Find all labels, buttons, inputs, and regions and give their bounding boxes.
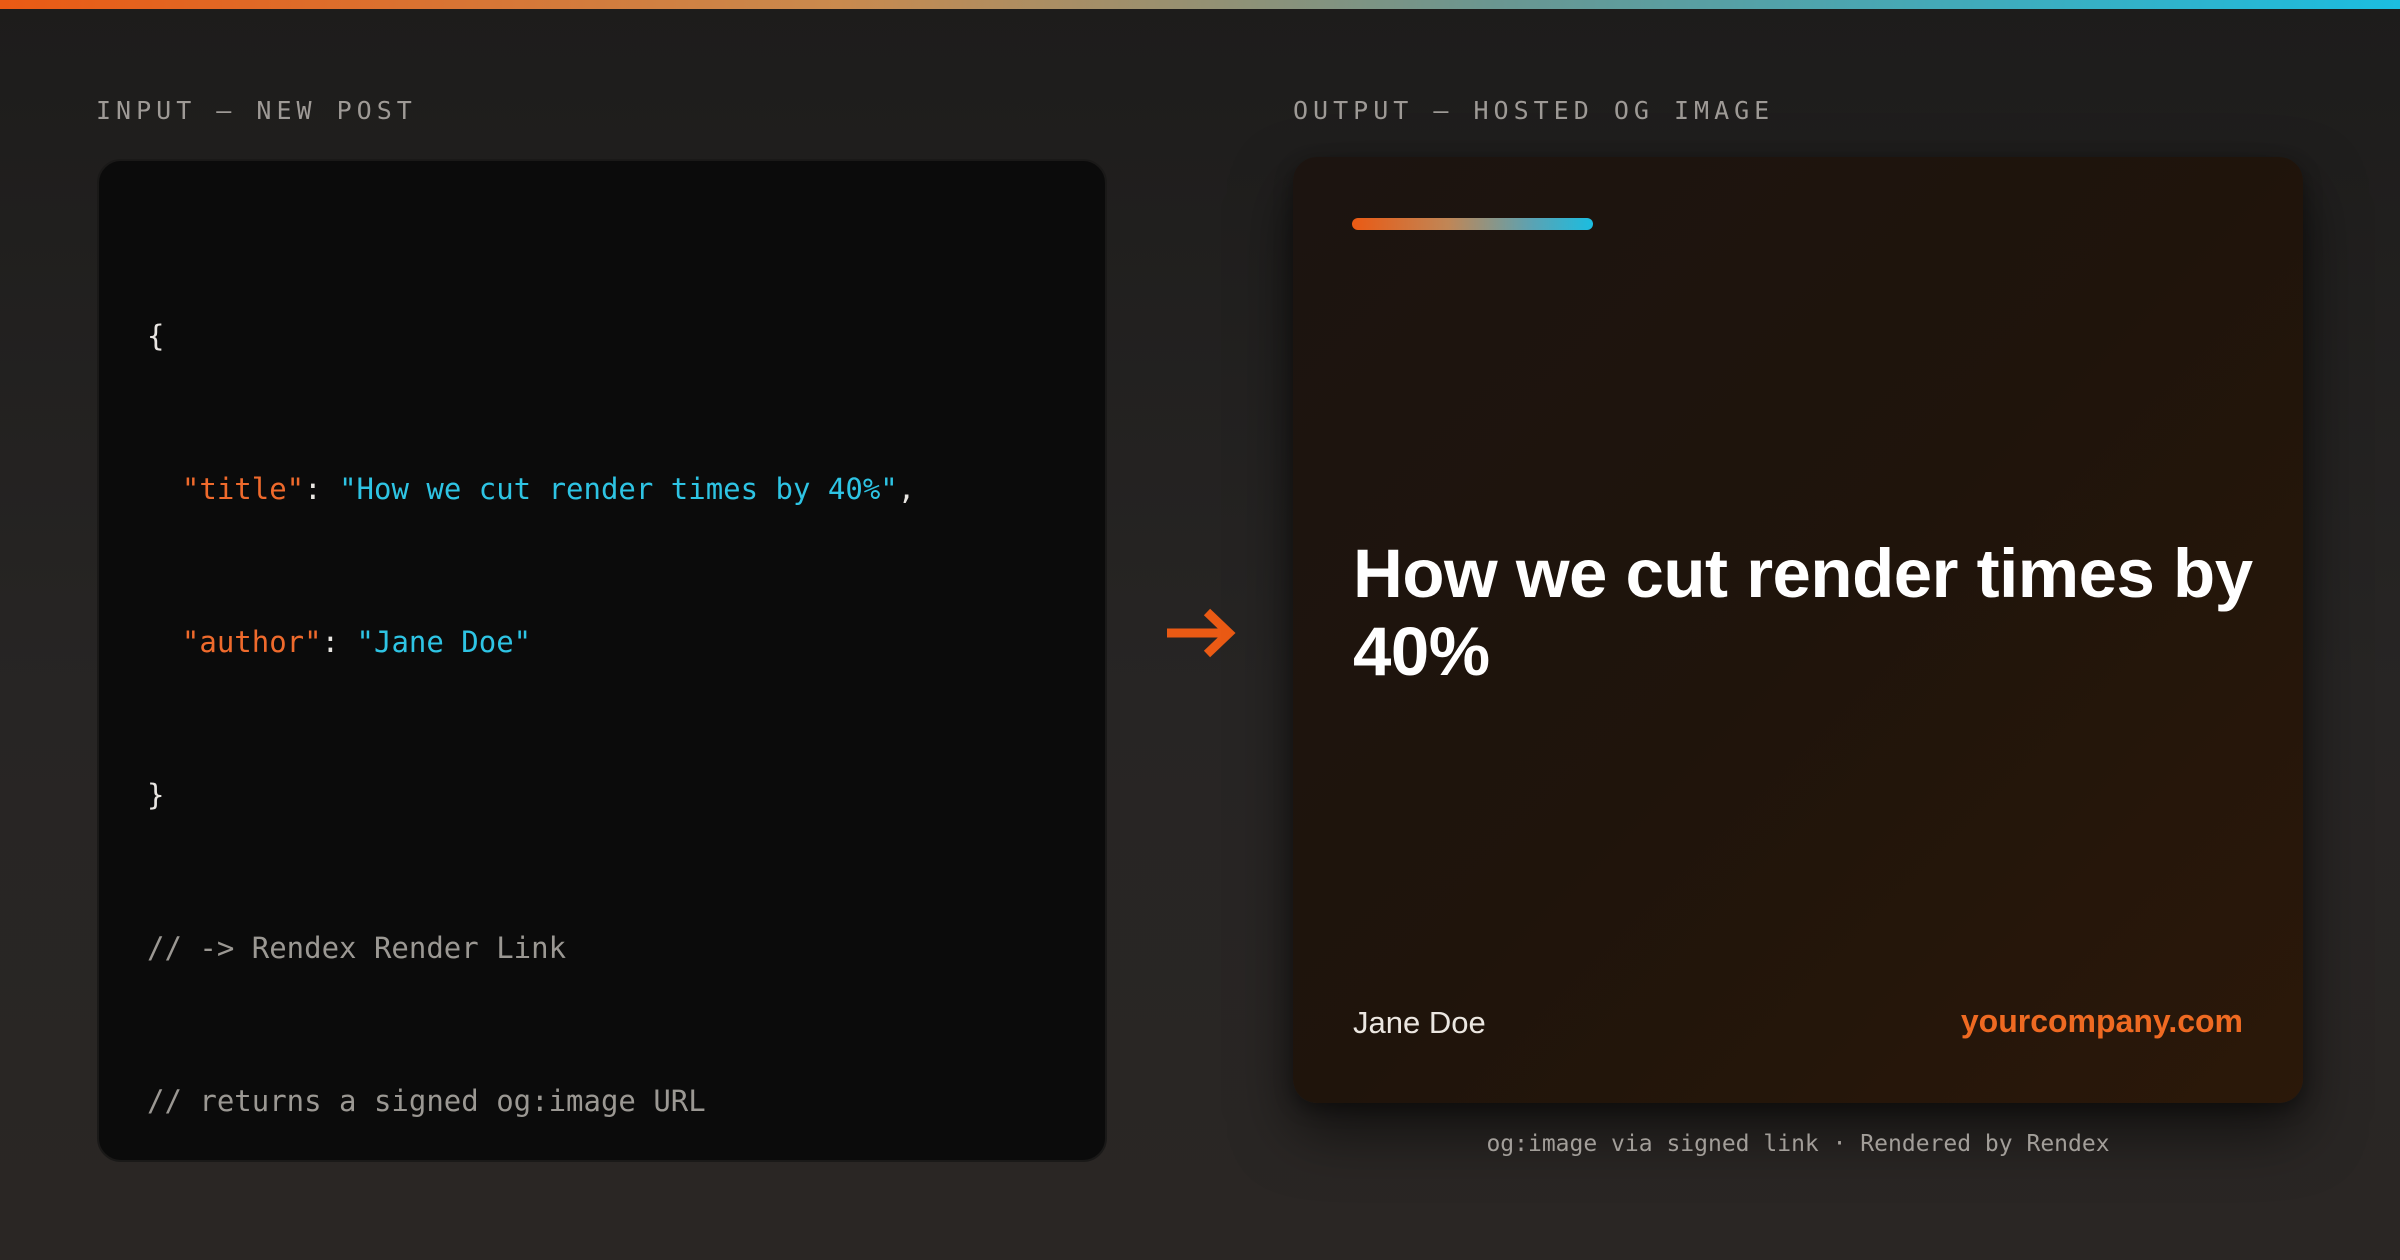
code-line-open-brace: { [147, 311, 915, 362]
author-value: "Jane Doe" [356, 625, 532, 659]
code-comment-2: // returns a signed og:image URL [147, 1084, 706, 1118]
og-title: How we cut render times by 40% [1353, 535, 2253, 690]
open-brace: { [147, 319, 165, 353]
author-key: "author" [181, 625, 322, 659]
output-caption: og:image via signed link · Rendered by R… [1486, 1131, 2110, 1157]
code-line-close-brace: } [147, 770, 915, 821]
code-block: { "title": "How we cut render times by 4… [147, 209, 915, 1229]
title-value: "How we cut render times by 40%" [339, 472, 898, 506]
code-comment-1: // -> Rendex Render Link [147, 931, 567, 965]
arrow-right-icon [1167, 608, 1236, 658]
top-gradient-bar [0, 0, 2400, 9]
og-author: Jane Doe [1353, 1005, 1486, 1040]
code-line-author: "author": "Jane Doe" [181, 625, 532, 659]
og-image-preview-card[interactable]: How we cut render times by 40% Jane Doe … [1293, 157, 2303, 1103]
output-panel-label: OUTPUT — HOSTED OG IMAGE [1293, 96, 1775, 125]
close-brace: } [147, 778, 165, 812]
og-accent-bar [1352, 218, 1593, 230]
code-line-title: "title": "How we cut render times by 40%… [181, 472, 916, 506]
code-editor-panel[interactable]: { "title": "How we cut render times by 4… [97, 159, 1107, 1162]
input-panel-label: INPUT — NEW POST [96, 96, 417, 125]
og-domain: yourcompany.com [1960, 1003, 2243, 1039]
title-key: "title" [181, 472, 305, 506]
